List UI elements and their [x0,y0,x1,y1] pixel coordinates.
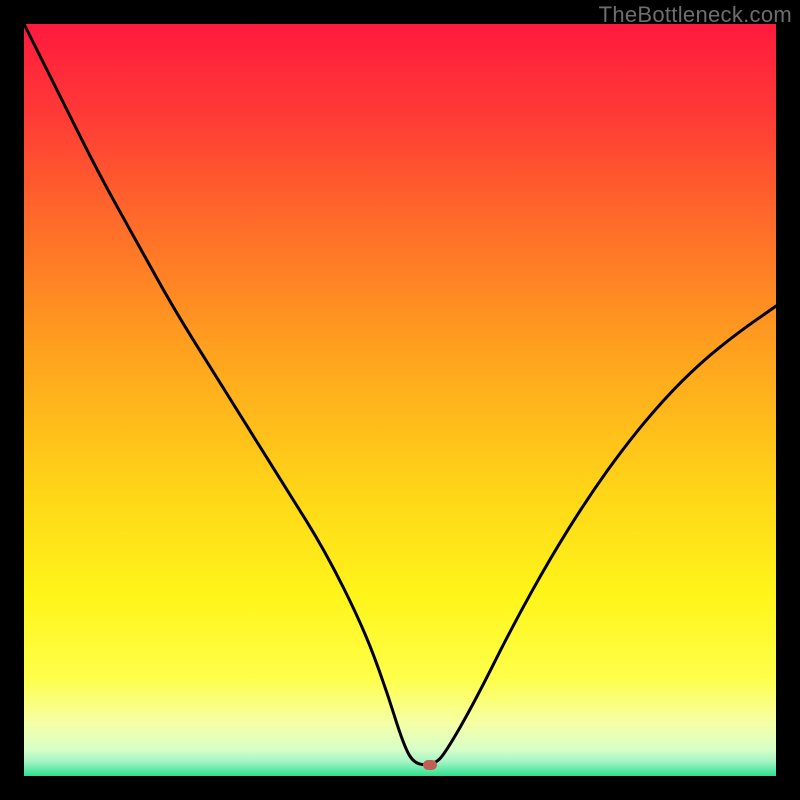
plot-area [24,24,776,776]
watermark-text: TheBottleneck.com [599,2,792,28]
bottleneck-curve [24,24,776,776]
chart-frame: TheBottleneck.com [0,0,800,800]
optimal-point-marker [423,760,437,770]
